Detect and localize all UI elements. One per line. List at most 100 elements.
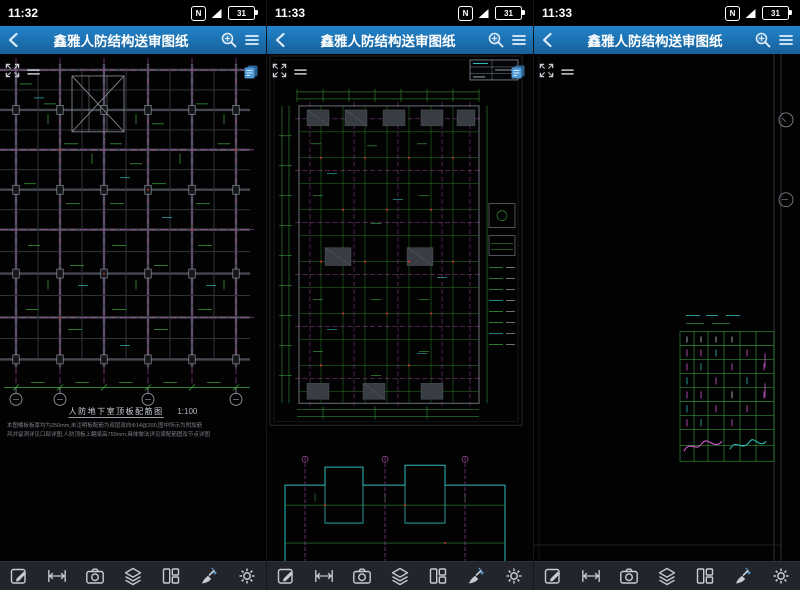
markup-button[interactable]	[463, 564, 489, 588]
zoom-button[interactable]	[485, 29, 507, 51]
markup-button[interactable]	[730, 564, 756, 588]
back-icon	[273, 32, 289, 48]
battery-icon: 31	[762, 6, 789, 20]
back-button[interactable]	[4, 30, 24, 50]
settings-gear-icon	[504, 566, 524, 586]
settings-button[interactable]	[501, 564, 527, 588]
markup-icon	[466, 566, 486, 586]
layers-button[interactable]	[654, 564, 680, 588]
pages-button[interactable]	[510, 64, 526, 80]
fullscreen-button[interactable]	[539, 63, 554, 78]
page-title: 鑫雅人防结构送审图纸	[560, 30, 750, 50]
fullscreen-button[interactable]	[272, 63, 287, 78]
menu-button[interactable]	[776, 30, 796, 50]
layers-button[interactable]	[387, 564, 413, 588]
pages-button[interactable]	[243, 64, 259, 80]
back-icon	[6, 32, 22, 48]
markup-icon	[199, 566, 219, 586]
title-bar: 鑫雅人防结构送审图纸	[534, 26, 800, 54]
layers-icon	[123, 566, 143, 586]
hamburger-menu-icon	[244, 32, 260, 48]
drag-handle-button[interactable]	[27, 68, 40, 76]
phone-screen-2: 11:33 N 31 鑫雅人防结构送审图纸	[266, 0, 533, 590]
screens-row: 11:32 N 31 鑫雅人防结构送审图纸	[0, 0, 800, 590]
drag-handle-button[interactable]	[561, 68, 574, 76]
drag-handle-button[interactable]	[294, 68, 307, 76]
edit-icon	[9, 566, 29, 586]
bottom-toolbar	[267, 561, 533, 590]
measure-button[interactable]	[578, 564, 604, 588]
pages-copy-icon	[243, 64, 259, 80]
layers-icon	[657, 566, 677, 586]
layers-button[interactable]	[120, 564, 146, 588]
camera-button[interactable]	[616, 564, 642, 588]
status-bar: 11:33 N 31	[267, 0, 533, 26]
fullscreen-icon	[5, 63, 20, 78]
bottom-toolbar	[0, 561, 266, 590]
status-time: 11:32	[8, 6, 38, 20]
bottom-toolbar	[534, 561, 800, 590]
fullscreen-button[interactable]	[5, 63, 20, 78]
cad-canvas[interactable]: 人防地下室顶板配筋图 1:100 本图楼板板厚均为250mm,未注明板配筋为双层…	[0, 54, 266, 561]
pages-copy-icon	[510, 64, 526, 80]
nfc-icon: N	[725, 6, 740, 21]
nfc-icon: N	[191, 6, 206, 21]
drag-handle-icon	[27, 68, 40, 76]
status-bar: 11:32 N 31	[0, 0, 266, 26]
edit-icon	[543, 566, 563, 586]
signal-icon	[478, 9, 490, 18]
phone-screen-1: 11:32 N 31 鑫雅人防结构送审图纸	[0, 0, 266, 590]
battery-percent: 31	[504, 9, 513, 18]
layers-icon	[390, 566, 410, 586]
layout-icon	[161, 566, 181, 586]
markup-button[interactable]	[196, 564, 222, 588]
settings-gear-icon	[237, 566, 257, 586]
status-icons: N 31	[191, 6, 258, 21]
zoom-button[interactable]	[218, 29, 240, 51]
drag-handle-icon	[561, 68, 574, 76]
cad-canvas[interactable]	[534, 54, 800, 561]
magnifier-zoom-icon	[487, 31, 505, 49]
nfc-icon: N	[458, 6, 473, 21]
battery-percent: 31	[237, 9, 246, 18]
drag-handle-icon	[294, 68, 307, 76]
edit-button[interactable]	[540, 564, 566, 588]
fullscreen-icon	[539, 63, 554, 78]
edit-button[interactable]	[6, 564, 32, 588]
measure-icon	[581, 566, 601, 586]
fullscreen-icon	[272, 63, 287, 78]
battery-percent: 31	[771, 9, 780, 18]
layout-icon	[428, 566, 448, 586]
status-icons: N 31	[458, 6, 525, 21]
back-button[interactable]	[538, 30, 558, 50]
layout-button[interactable]	[158, 564, 184, 588]
settings-button[interactable]	[768, 564, 794, 588]
battery-icon: 31	[495, 6, 522, 20]
camera-button[interactable]	[349, 564, 375, 588]
camera-button[interactable]	[82, 564, 108, 588]
note-line-1: 本图楼板板厚均为250mm,未注明板配筋为双层双向Φ14@200,图中所示为附加…	[7, 422, 259, 431]
menu-button[interactable]	[242, 30, 262, 50]
menu-button[interactable]	[509, 30, 529, 50]
measure-button[interactable]	[311, 564, 337, 588]
phone-screen-3: 11:33 N 31 鑫雅人防结构送审图纸	[533, 0, 800, 590]
layout-button[interactable]	[425, 564, 451, 588]
zoom-button[interactable]	[752, 29, 774, 51]
measure-button[interactable]	[44, 564, 70, 588]
cad-canvas[interactable]	[267, 54, 533, 561]
layout-button[interactable]	[692, 564, 718, 588]
page-title: 鑫雅人防结构送审图纸	[293, 30, 483, 50]
settings-button[interactable]	[234, 564, 260, 588]
signal-icon	[211, 9, 223, 18]
cad-drawing-title-block	[534, 54, 800, 561]
edit-button[interactable]	[273, 564, 299, 588]
status-time: 11:33	[542, 6, 572, 20]
signal-icon	[745, 9, 757, 18]
hamburger-menu-icon	[778, 32, 794, 48]
magnifier-zoom-icon	[754, 31, 772, 49]
title-bar: 鑫雅人防结构送审图纸	[267, 26, 533, 54]
hamburger-menu-icon	[511, 32, 527, 48]
cad-drawing-floor-plan	[267, 54, 533, 561]
status-time: 11:33	[275, 6, 305, 20]
back-button[interactable]	[271, 30, 291, 50]
